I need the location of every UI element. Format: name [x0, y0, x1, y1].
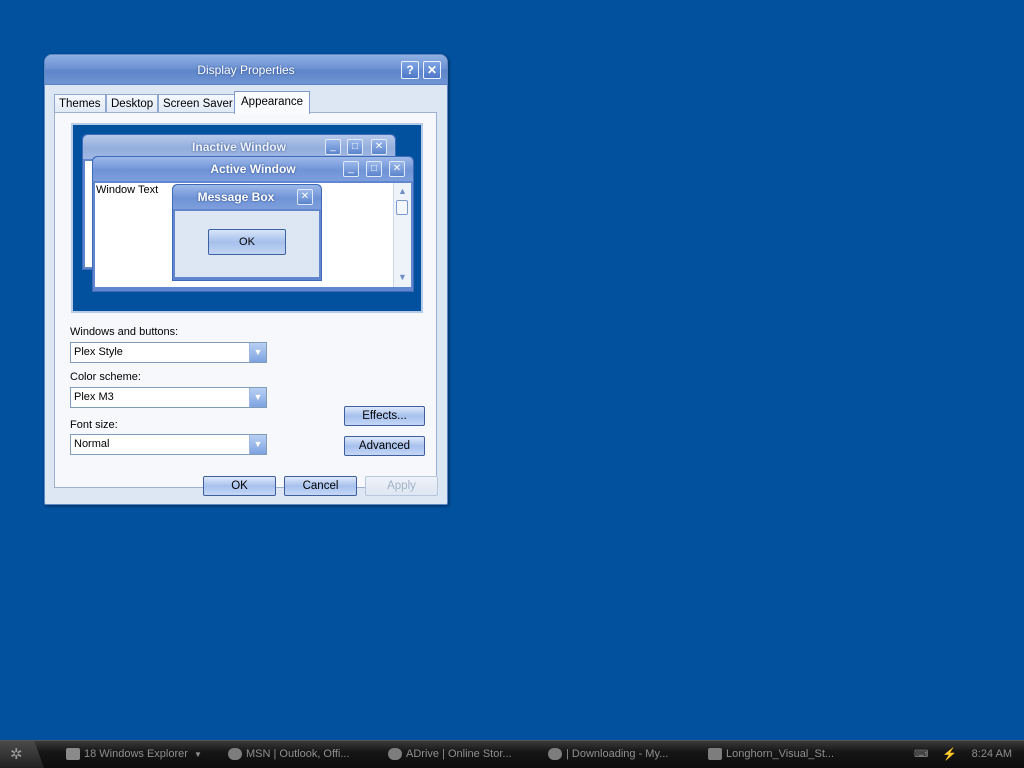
color-scheme-label: Color scheme: — [70, 371, 141, 383]
ie-icon — [228, 748, 242, 761]
close-icon: ✕ — [389, 161, 405, 177]
close-icon: ✕ — [371, 139, 387, 155]
maximize-icon: □ — [366, 161, 382, 177]
taskbar-item-label: | Downloading - My... — [566, 748, 669, 760]
preview-message-box-client: OK — [175, 211, 319, 277]
chevron-down-icon: ▼ — [193, 750, 202, 759]
taskbar-item-label: 18 Windows Explorer — [84, 748, 188, 760]
taskbar: ✲ 18 Windows Explorer ▼ MSN | Outlook, Of… — [0, 740, 1024, 768]
appearance-preview: Inactive Window _ □ ✕ Active Window _ □ … — [71, 123, 423, 313]
tab-themes[interactable]: Themes — [54, 94, 106, 113]
chevron-down-icon[interactable]: ▼ — [249, 435, 266, 454]
font-size-value: Normal — [74, 438, 110, 450]
folder-icon — [66, 748, 80, 761]
color-scheme-value: Plex M3 — [74, 391, 114, 403]
tab-screen-saver[interactable]: Screen Saver — [158, 94, 238, 113]
image-icon — [708, 748, 722, 761]
windows-buttons-select[interactable]: Plex Style ▼ — [70, 342, 267, 363]
preview-scrollbar: ▲ ▼ — [393, 183, 411, 287]
preview-window-text: Window Text — [96, 184, 159, 196]
taskbar-item-msn[interactable]: MSN | Outlook, Offi... — [228, 741, 350, 768]
font-size-label: Font size: — [70, 419, 118, 431]
taskbar-item-windows-explorer[interactable]: 18 Windows Explorer ▼ — [66, 741, 202, 768]
taskbar-item-adrive[interactable]: ADrive | Online Stor... — [388, 741, 512, 768]
chevron-down-icon[interactable]: ▼ — [249, 343, 266, 362]
clock[interactable]: 8:24 AM — [972, 741, 1012, 768]
preview-ok-button: OK — [208, 229, 286, 255]
network-icon[interactable]: ⚡ — [942, 741, 957, 768]
tab-appearance[interactable]: Appearance — [234, 91, 311, 114]
taskbar-item-longhorn[interactable]: Longhorn_Visual_St... — [708, 741, 834, 768]
effects-button[interactable]: Effects... — [344, 406, 425, 426]
advanced-button[interactable]: Advanced — [344, 436, 425, 456]
windows-buttons-value: Plex Style — [74, 346, 123, 358]
color-scheme-select[interactable]: Plex M3 ▼ — [70, 387, 267, 408]
cancel-button[interactable]: Cancel — [284, 476, 357, 496]
apply-button[interactable]: Apply — [365, 476, 438, 496]
dialog-title: Display Properties — [197, 63, 295, 77]
start-button[interactable]: ✲ — [0, 741, 44, 768]
scroll-thumb — [396, 200, 408, 215]
minimize-icon: _ — [325, 139, 341, 155]
taskbar-item-label: ADrive | Online Stor... — [406, 748, 512, 760]
scroll-up-icon: ▲ — [398, 186, 407, 196]
taskbar-item-label: MSN | Outlook, Offi... — [246, 748, 350, 760]
keyboard-icon[interactable]: ⌨ — [914, 741, 928, 768]
taskbar-item-downloading[interactable]: | Downloading - My... — [548, 741, 668, 768]
tab-desktop[interactable]: Desktop — [106, 94, 159, 113]
ok-button[interactable]: OK — [203, 476, 276, 496]
minimize-icon: _ — [343, 161, 359, 177]
font-size-select[interactable]: Normal ▼ — [70, 434, 267, 455]
taskbar-item-label: Longhorn_Visual_St... — [726, 748, 835, 760]
preview-active-title: Active Window — [93, 157, 413, 181]
windows-buttons-label: Windows and buttons: — [70, 326, 179, 338]
preview-message-box: Message Box ✕ OK — [172, 184, 322, 281]
start-orb-icon: ✲ — [10, 746, 23, 763]
close-button[interactable]: ✕ — [423, 61, 441, 79]
download-icon — [548, 748, 562, 761]
chevron-down-icon[interactable]: ▼ — [249, 388, 266, 407]
display-properties-dialog: Display Properties ? ✕ Themes Desktop Sc… — [44, 54, 448, 505]
maximize-icon: □ — [347, 139, 363, 155]
scroll-down-icon: ▼ — [398, 272, 407, 282]
help-button[interactable]: ? — [401, 61, 419, 79]
appearance-panel: Inactive Window _ □ ✕ Active Window _ □ … — [54, 112, 437, 488]
dialog-titlebar[interactable]: Display Properties ? ✕ — [45, 55, 447, 85]
close-icon: ✕ — [297, 189, 313, 205]
ie-icon — [388, 748, 402, 761]
